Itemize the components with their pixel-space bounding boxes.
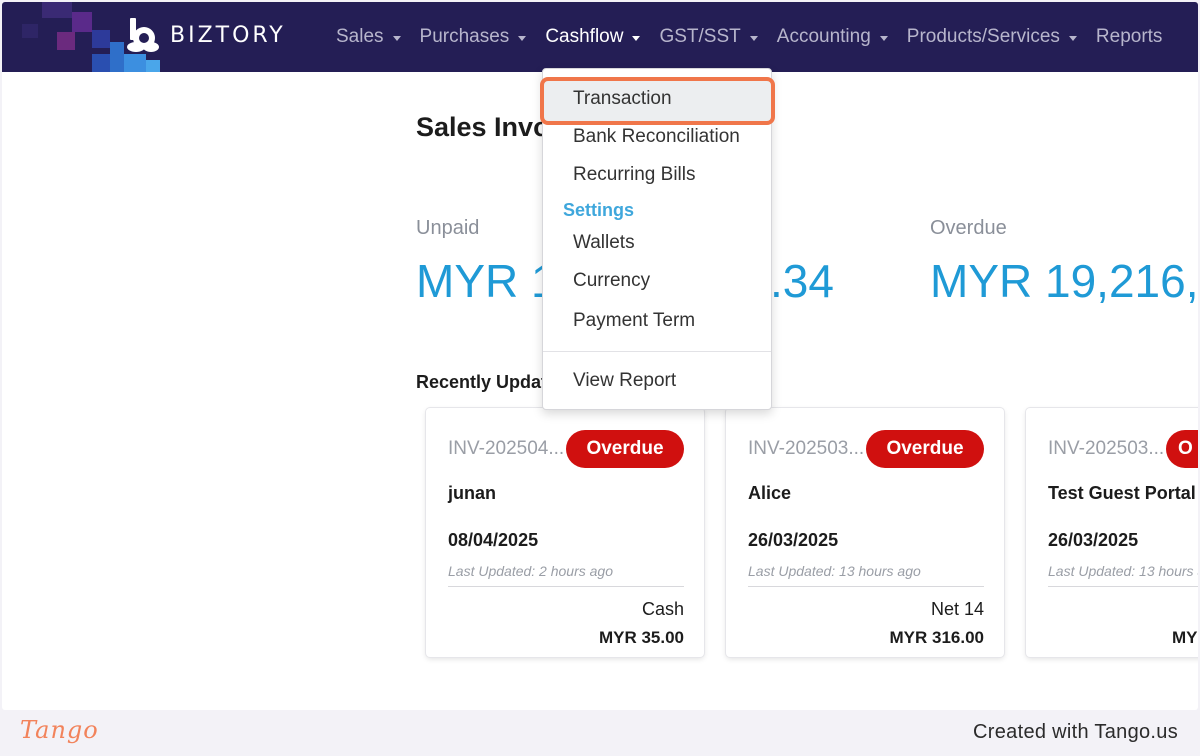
menu-section-settings: Settings <box>563 200 635 220</box>
chevron-down-icon <box>749 35 758 41</box>
card-divider <box>448 586 684 587</box>
biztory-logo[interactable]: BIZTORY <box>124 16 286 54</box>
invoice-date: 26/03/2025 <box>748 530 839 550</box>
invoice-amount: MYR 316.00 <box>889 628 985 647</box>
invoice-number: INV-202503... <box>1048 438 1165 459</box>
nav-label: Sales <box>336 26 384 47</box>
stat-value-overdue: MYR 19,216, <box>930 255 1198 307</box>
customer-name: Test Guest Portal <box>1048 483 1196 503</box>
nav-label: Cashflow <box>545 26 624 47</box>
payment-term: Net 14 <box>930 599 984 619</box>
stat-label-unpaid: Unpaid <box>416 217 480 239</box>
nav-gst-sst[interactable]: GST/SST <box>659 26 758 48</box>
nav-cashflow[interactable]: Cashflow <box>545 26 641 48</box>
chevron-down-icon <box>1068 35 1077 41</box>
stat-label-overdue: Overdue <box>930 217 1007 239</box>
top-navbar: BIZTORY Sales Purchases Cashflow GST/SST… <box>2 2 1198 72</box>
menu-item-view-report[interactable]: View Report <box>573 370 676 392</box>
nav-sales[interactable]: Sales <box>336 26 401 48</box>
nav-label: GST/SST <box>659 26 741 47</box>
nav-label: Products/Services <box>906 26 1060 47</box>
menu-item-bank-reconciliation[interactable]: Bank Reconciliation <box>573 126 740 148</box>
last-updated: Last Updated: 13 hours ago <box>1048 563 1198 579</box>
invoice-card[interactable]: INV-202503... Overdue Alice 26/03/2025 L… <box>726 408 1004 657</box>
invoice-date: 26/03/2025 <box>1048 530 1139 550</box>
invoice-amount: MYR 35.00 <box>598 628 684 647</box>
cashflow-dropdown-menu: Transaction Bank Reconciliation Recurrin… <box>540 68 775 410</box>
card-divider <box>1048 586 1198 587</box>
invoice-card[interactable]: INV-202504... Overdue junan 08/04/2025 L… <box>426 408 704 657</box>
status-badge: Overdue <box>566 430 684 468</box>
customer-name: Alice <box>748 483 792 503</box>
nav-products-services[interactable]: Products/Services <box>907 26 1077 48</box>
invoice-number: INV-202504... <box>448 438 565 459</box>
page-title: Sales Invo <box>416 112 550 142</box>
menu-item-wallets[interactable]: Wallets <box>573 232 635 254</box>
stat-value-unpaid: MYR 1 <box>416 255 557 307</box>
menu-item-payment-term[interactable]: Payment Term <box>573 310 695 332</box>
card-divider <box>748 586 984 587</box>
tango-credit: Created with Tango.us <box>973 721 1178 743</box>
invoice-date: 08/04/2025 <box>448 530 539 550</box>
nav-label: Reports <box>1095 26 1163 47</box>
chevron-down-icon <box>392 35 401 41</box>
nav-reports[interactable]: Reports <box>1096 26 1163 48</box>
main-menu: Sales Purchases Cashflow GST/SST Account… <box>336 2 1181 72</box>
menu-divider <box>543 351 771 352</box>
recently-updated-title: Recently Updat <box>416 372 548 392</box>
biztory-logo-icon <box>124 16 162 54</box>
stat-value-partial: .34 <box>770 255 834 307</box>
menu-item-transaction[interactable]: Transaction <box>573 88 672 110</box>
tango-logo: Tango <box>20 716 99 744</box>
menu-item-recurring-bills[interactable]: Recurring Bills <box>573 164 695 186</box>
menu-item-currency[interactable]: Currency <box>573 270 650 292</box>
customer-name: junan <box>448 483 496 503</box>
app-window: BIZTORY Sales Purchases Cashflow GST/SST… <box>2 2 1198 710</box>
last-updated: Last Updated: 2 hours ago <box>448 563 614 579</box>
nav-purchases[interactable]: Purchases <box>420 26 527 48</box>
chevron-down-icon <box>632 35 641 41</box>
chevron-down-icon <box>879 35 888 41</box>
chevron-down-icon <box>518 35 527 41</box>
invoice-number: INV-202503... <box>748 438 865 459</box>
status-badge: O <box>1166 430 1198 468</box>
last-updated: Last Updated: 13 hours ago <box>748 563 921 579</box>
status-badge: Overdue <box>866 430 984 468</box>
nav-label: Purchases <box>419 26 510 47</box>
nav-accounting[interactable]: Accounting <box>777 26 888 48</box>
invoice-card[interactable]: INV-202503... O Test Guest Portal 26/03/… <box>1026 408 1198 657</box>
brand-name: BIZTORY <box>170 22 286 48</box>
nav-label: Accounting <box>776 26 871 47</box>
payment-term: Cash <box>641 599 684 619</box>
invoice-amount: MY <box>1172 628 1198 647</box>
